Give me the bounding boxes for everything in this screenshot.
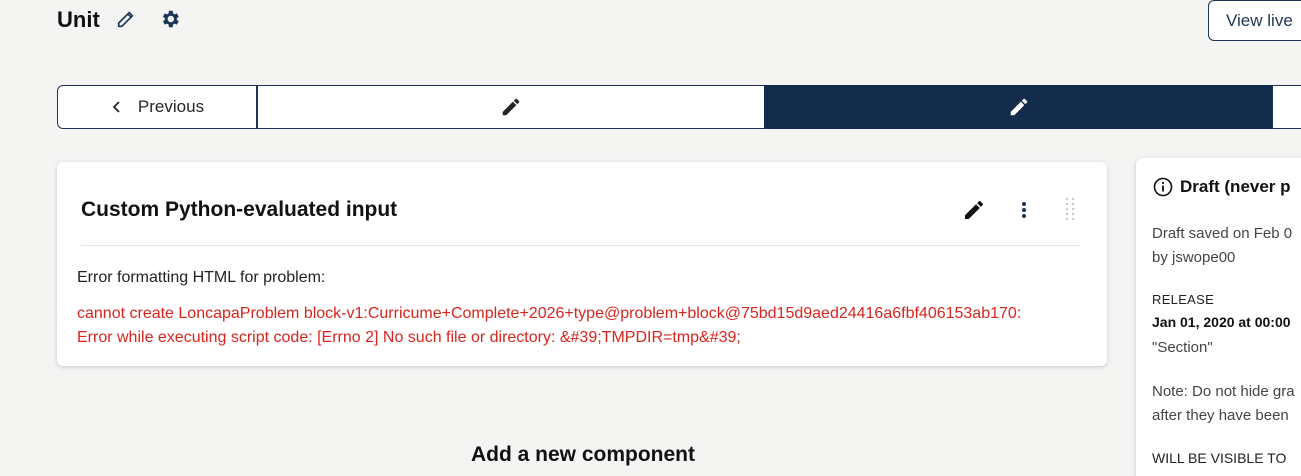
divider xyxy=(81,245,1080,246)
error-label: Error formatting HTML for problem: xyxy=(77,269,326,286)
sequence-unit-tab-active[interactable] xyxy=(764,85,1273,129)
draft-saved-text: Draft saved on Feb 0 xyxy=(1152,225,1293,242)
pencil-icon[interactable] xyxy=(115,8,137,30)
sequence-unit-tab[interactable] xyxy=(1272,85,1301,129)
note-text: after they have been xyxy=(1152,407,1289,424)
error-line: cannot create LoncapaProblem block-v1:Cu… xyxy=(77,305,1022,322)
pencil-icon xyxy=(502,98,520,116)
draft-saved-by: by jswope00 xyxy=(1152,249,1236,266)
drag-handle-icon[interactable] xyxy=(1063,196,1077,222)
kebab-icon[interactable] xyxy=(1014,198,1034,222)
add-component-heading: Add a new component xyxy=(471,443,696,466)
pencil-icon xyxy=(1010,98,1027,116)
previous-button[interactable]: Previous xyxy=(57,85,257,129)
info-circle-icon xyxy=(1153,177,1173,197)
release-section: "Section" xyxy=(1152,339,1213,356)
page-title: Unit xyxy=(57,7,100,32)
note-text: Note: Do not hide gra xyxy=(1152,383,1295,400)
publish-status-sidebar: Draft (never p Draft saved on Feb 0 by j… xyxy=(1136,158,1301,476)
release-date: Jan 01, 2020 at 00:00 xyxy=(1152,314,1291,330)
sequence-unit-tab[interactable] xyxy=(257,85,765,129)
previous-label: Previous xyxy=(137,97,205,116)
view-live-button[interactable]: View live xyxy=(1208,0,1301,41)
pencil-icon[interactable] xyxy=(962,198,986,222)
error-message: cannot create LoncapaProblem block-v1:Cu… xyxy=(77,302,1087,350)
component-title: Custom Python-evaluated input xyxy=(81,198,398,221)
release-label: RELEASE xyxy=(1152,292,1215,307)
gear-icon[interactable] xyxy=(159,8,181,30)
publish-status-title: Draft (never p xyxy=(1180,177,1291,196)
chevron-left-icon xyxy=(112,101,120,113)
unit-page: Unit View live Previous Custom Python-ev… xyxy=(0,0,1301,476)
error-line: Error while executing script code: [Errn… xyxy=(77,329,741,346)
visibility-label: WILL BE VISIBLE TO xyxy=(1152,450,1287,466)
component-card: Custom Python-evaluated input Error form… xyxy=(57,162,1107,366)
